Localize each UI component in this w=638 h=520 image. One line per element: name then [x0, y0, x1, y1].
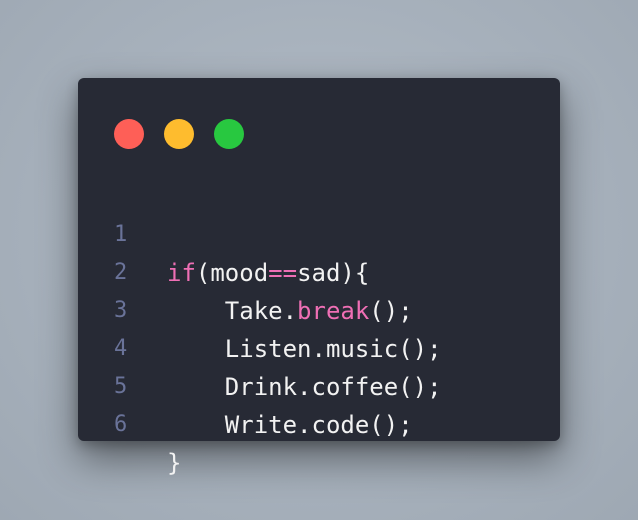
window-controls: [114, 119, 264, 149]
code-line: 3 Listen.music();: [78, 254, 560, 363]
line-source: Write.code();: [167, 406, 413, 444]
code-window: 1 if(mood==sad){ 2 Take.break(); 3 Liste…: [78, 78, 560, 477]
code-line: 6 }: [78, 368, 560, 477]
maximize-button[interactable]: [214, 119, 244, 149]
code-token: }: [167, 449, 182, 477]
code-editor: 1 if(mood==sad){ 2 Take.break(); 3 Liste…: [78, 178, 560, 477]
close-button[interactable]: [114, 119, 144, 149]
code-line: 4 Drink.coffee();: [78, 292, 560, 401]
minimize-button[interactable]: [164, 119, 194, 149]
code-line: 2 Take.break();: [78, 216, 560, 325]
code-line: 5 Write.code();: [78, 330, 560, 439]
code-token: Write.code();: [224, 411, 413, 439]
line-number: 6: [114, 412, 128, 437]
line-source: }: [167, 444, 181, 482]
code-line: 1 if(mood==sad){: [78, 178, 560, 287]
